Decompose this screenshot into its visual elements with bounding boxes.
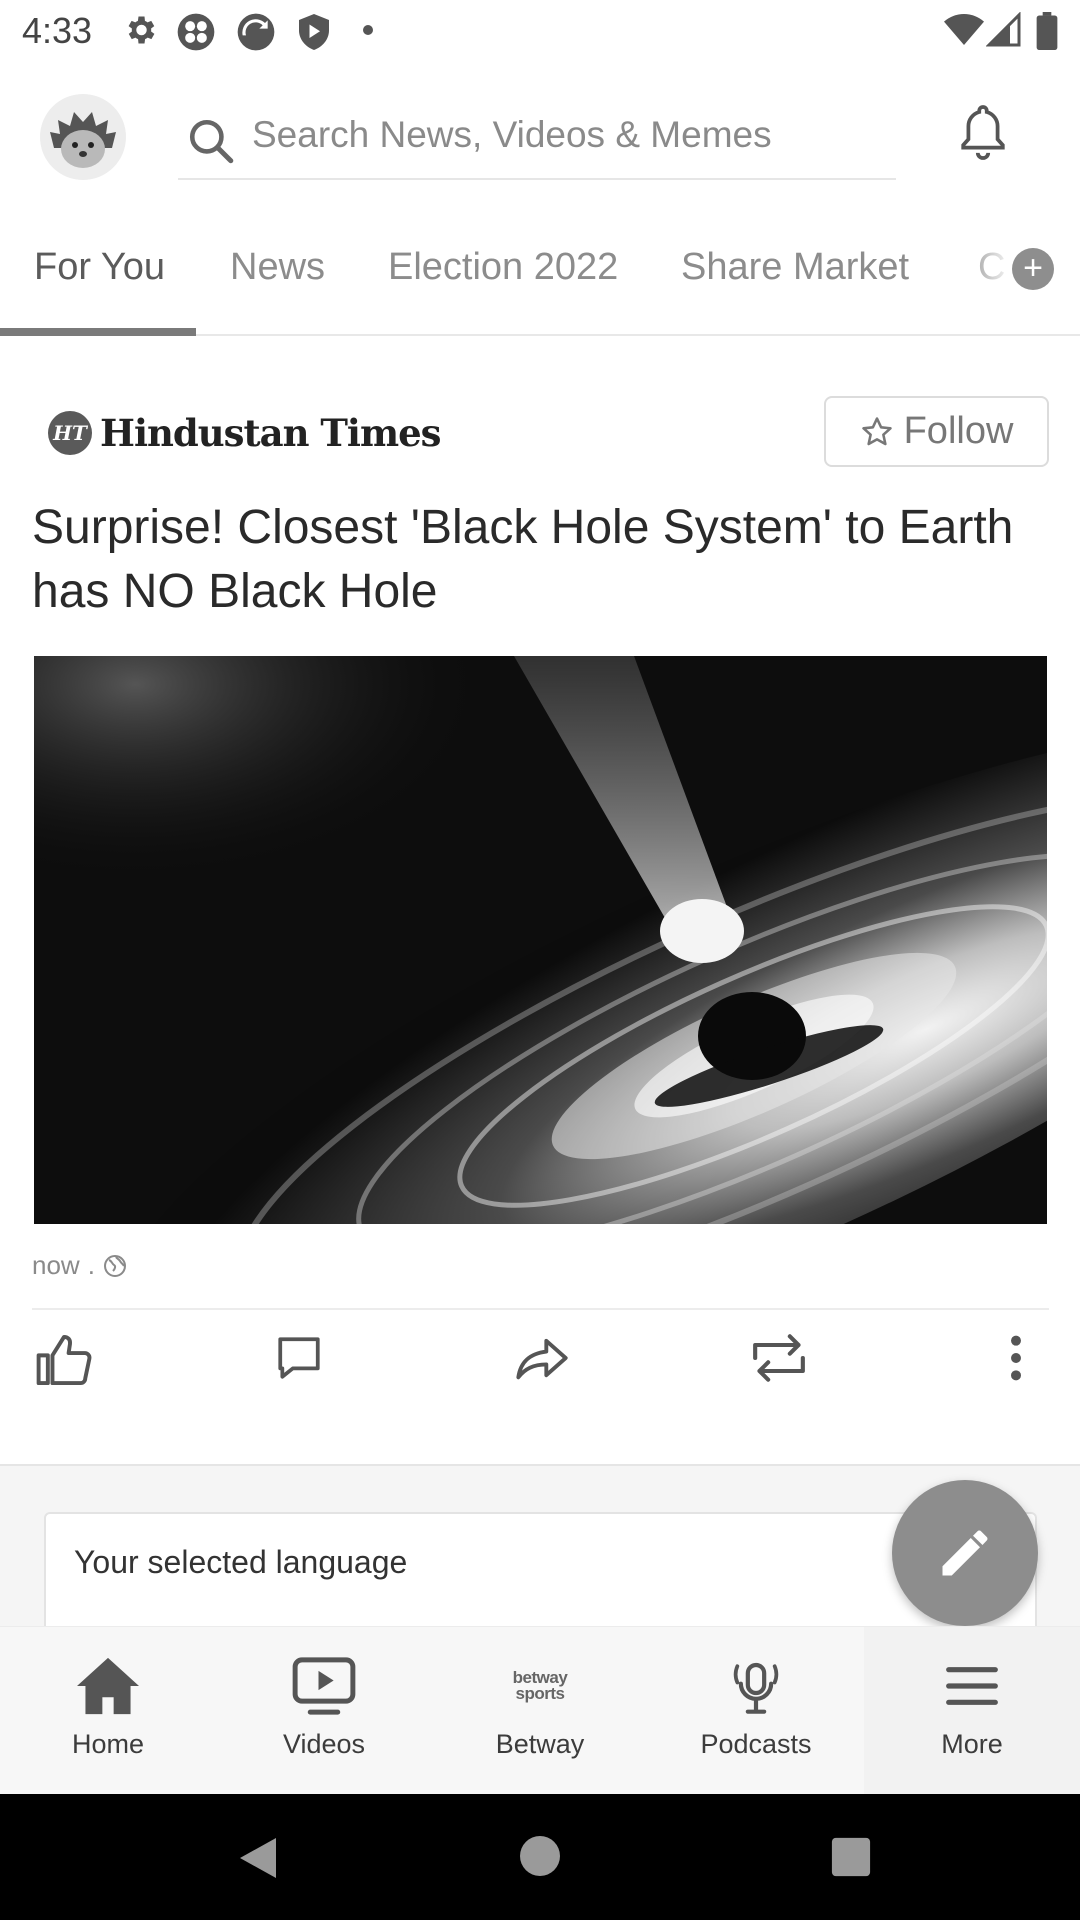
article-image[interactable] [34, 656, 1047, 1224]
nav-more-label: More [941, 1729, 1003, 1759]
battery-icon [1036, 12, 1058, 50]
globe-icon [103, 1254, 126, 1277]
microphone-icon [733, 1662, 779, 1714]
tab-election-2022[interactable]: Election 2022 [388, 246, 618, 289]
language-card-title: Your selected language [74, 1544, 408, 1580]
bell-icon[interactable] [958, 102, 1008, 162]
article-headline[interactable]: Surprise! Closest 'Black Hole System' to… [32, 496, 1052, 624]
home-icon [77, 1657, 139, 1715]
publisher-logo[interactable]: HT Hindustan Times [48, 408, 441, 458]
nav-home[interactable]: Home [0, 1627, 216, 1795]
nav-videos[interactable]: Videos [216, 1627, 432, 1795]
avatar[interactable] [40, 94, 126, 180]
compose-button[interactable] [892, 1480, 1038, 1626]
search-input[interactable] [252, 110, 872, 160]
tab-for-you[interactable]: For You [34, 246, 165, 289]
nav-podcasts-label: Podcasts [700, 1729, 812, 1759]
search-bar[interactable] [178, 100, 896, 180]
bottom-navigation: Home Videos betway sports Betway Podcast… [0, 1626, 1080, 1795]
plus-icon[interactable]: + [1012, 248, 1054, 290]
divider [32, 1308, 1049, 1310]
signal-icon [986, 12, 1021, 47]
betway-logo-icon: betway sports [513, 1653, 568, 1719]
nav-podcasts[interactable]: Podcasts [648, 1627, 864, 1795]
follow-button[interactable]: Follow [824, 396, 1049, 467]
share-icon[interactable] [514, 1332, 570, 1384]
article-time: now [32, 1250, 80, 1280]
nav-home-label: Home [71, 1729, 145, 1759]
nav-betway[interactable]: betway sports Betway [432, 1627, 648, 1795]
tab-news[interactable]: News [230, 246, 325, 289]
recents-icon[interactable] [830, 1836, 872, 1878]
nav-videos-label: Videos [282, 1729, 366, 1759]
video-icon [292, 1657, 356, 1715]
back-icon[interactable] [236, 1834, 280, 1882]
star-icon [861, 416, 892, 445]
nav-more[interactable]: More [864, 1627, 1080, 1795]
follow-label: Follow [903, 410, 1014, 452]
nav-betway-label: Betway [495, 1729, 585, 1759]
hedgehog-avatar-icon [40, 94, 126, 180]
meta-separator: . [87, 1250, 95, 1280]
status-bar: 4:33 [0, 0, 1080, 64]
app-icon [177, 13, 215, 51]
publisher-badge: HT [48, 411, 92, 455]
pencil-icon [942, 1530, 988, 1576]
system-navigation-bar [0, 1794, 1080, 1920]
betway-logo-subtext: sports [515, 1684, 565, 1703]
search-icon [189, 119, 234, 164]
black-hole-illustration [34, 656, 1047, 1224]
wifi-icon [944, 14, 984, 45]
status-time: 4:33 [22, 10, 93, 51]
tab-active-indicator [0, 328, 196, 336]
dot-icon [363, 25, 373, 35]
publisher-name: Hindustan Times [100, 411, 441, 455]
shield-icon [299, 14, 329, 50]
category-tabs: For You News Election 2022 Share Market … [0, 228, 1080, 336]
settings-icon [128, 16, 155, 44]
tab-share-market[interactable]: Share Market [681, 246, 909, 289]
more-options-icon[interactable] [1000, 1332, 1032, 1384]
app-icon [237, 13, 275, 51]
menu-icon [946, 1667, 998, 1705]
like-icon[interactable] [34, 1332, 94, 1388]
article-meta: now . [32, 1250, 127, 1281]
home-button-icon[interactable] [518, 1834, 562, 1878]
repost-icon[interactable] [746, 1332, 812, 1384]
comment-icon[interactable] [274, 1332, 324, 1384]
